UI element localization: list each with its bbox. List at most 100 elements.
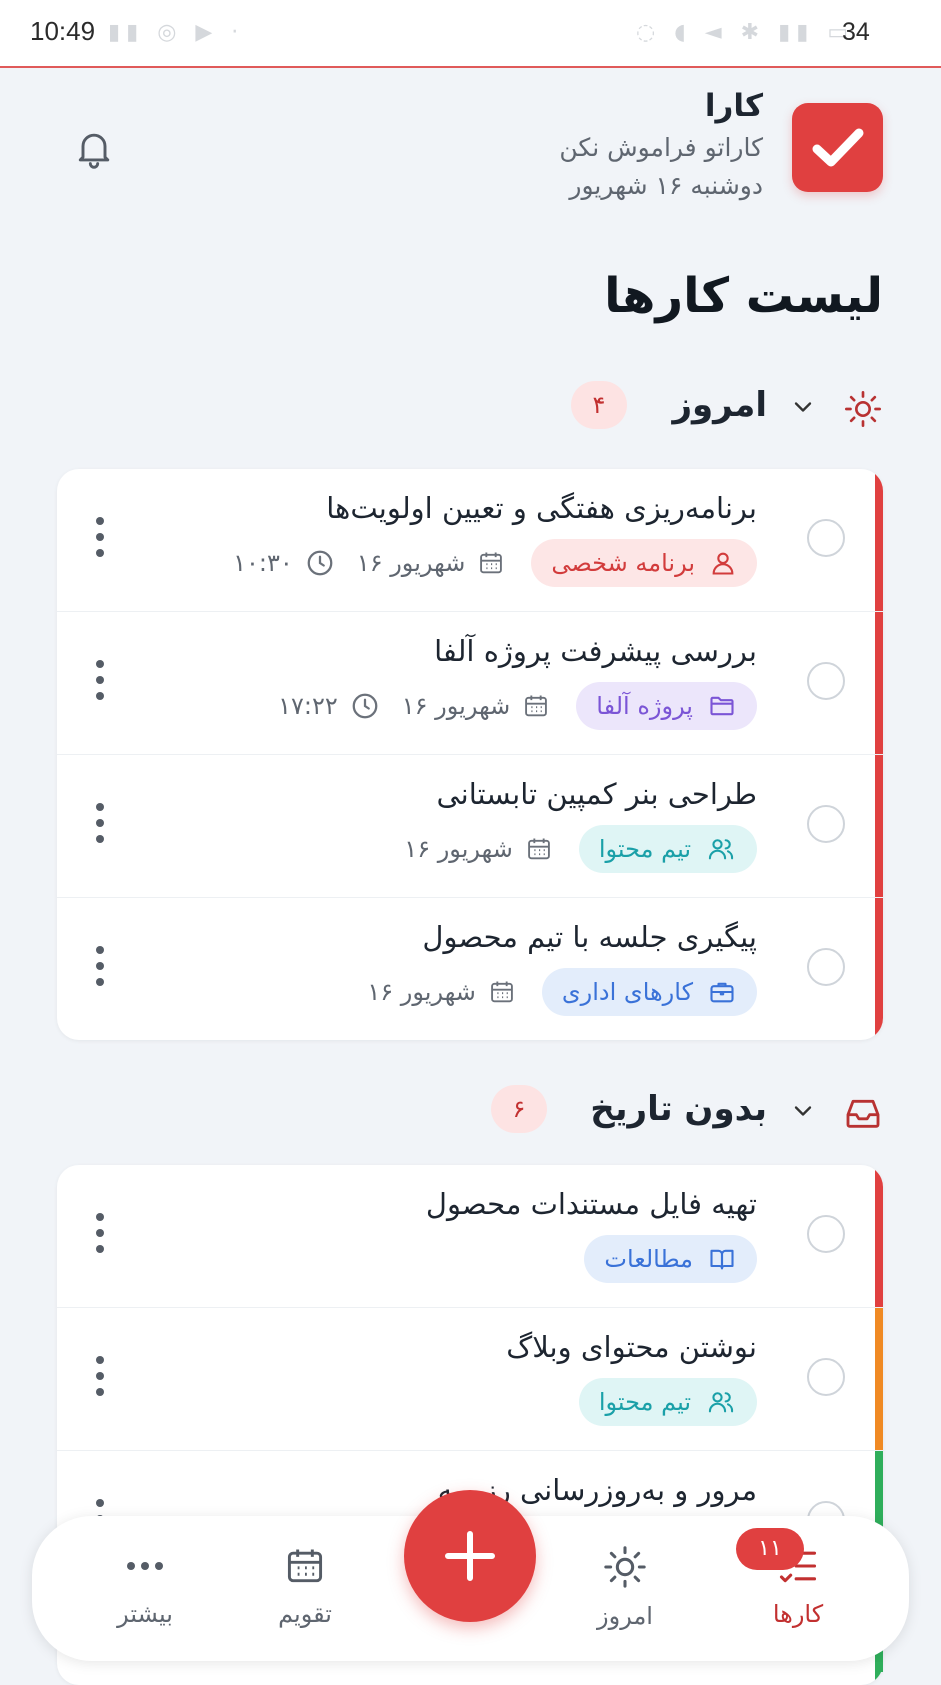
users-icon [708,1392,734,1413]
system-icons: ◌ ◖ ◄ ✱ ▮▮ ▭ [636,20,855,45]
task-tag[interactable]: کارهای اداری [541,968,757,1016]
folder-icon [710,696,734,716]
task-title: تهیه فایل مستندات محصول [425,1187,757,1221]
section-title: امروز [672,385,767,425]
task-title: بررسی پیشرفت پروژه آلفا [434,634,757,668]
priority-stripe [875,612,883,754]
task-tag-label: پروژه آلفا [596,692,693,720]
user-icon [712,552,734,575]
task-checkbox[interactable] [807,519,845,557]
task-checkbox[interactable] [807,805,845,843]
task-tag-label: برنامه شخصی [551,549,695,577]
task-row[interactable]: بررسی پیشرفت پروژه آلفا پروژه آلفا ۱۶ شه… [57,612,883,755]
more-vertical-icon [96,1213,104,1253]
task-tag-label: تیم محتوا [598,835,691,863]
more-horizontal-icon [127,1562,163,1570]
task-time-label: ۱۷:۲۲ [278,692,338,720]
calendar-icon [287,1549,323,1583]
nav-today[interactable]: امروز [565,1544,685,1630]
task-tag[interactable]: پروژه آلفا [576,682,757,730]
task-title: برنامه‌ریزی هفتگی و تعیین اولویت‌ها [326,491,757,525]
page-title: لیست کارها [604,268,883,324]
task-date-label: ۱۶ شهریور [404,835,513,863]
nav-label: بیشتر [117,1600,173,1628]
task-meta: برنامه شخصی ۱۶ شهریور ۱۰:۳۰ [211,539,757,587]
sun-icon [604,1546,646,1588]
task-checkbox[interactable] [807,1215,845,1253]
notification-icons: ▮▮ ◎ ▶ · [108,20,245,45]
task-meta: تیم محتوا ۱۶ شهریور [382,825,757,873]
task-title: نوشتن محتوای وبلاگ [506,1330,757,1364]
task-more-button[interactable] [95,1354,105,1402]
task-row[interactable]: طراحی بنر کمپین تابستانی تیم محتوا ۱۶ شه… [57,755,883,898]
task-row[interactable]: پیگیری جلسه با تیم محصول کارهای اداری ۱۶… [57,898,883,1040]
task-time: ۱۰:۳۰ [233,548,335,578]
section-header-today[interactable]: امروز ۴ [283,381,883,435]
task-date-label: ۱۶ شهریور [356,549,466,577]
users-icon [708,839,734,860]
task-date-label: ۱۶ شهریور [401,692,511,720]
task-row[interactable]: تهیه فایل مستندات محصول مطالعات [57,1165,883,1308]
task-more-button[interactable] [95,515,105,563]
briefcase-icon [710,982,734,1003]
calendar-icon [525,695,548,717]
nav-calendar[interactable]: تقویم [245,1544,365,1628]
task-checkbox[interactable] [807,1358,845,1396]
task-title: پیگیری جلسه با تیم محصول [422,920,757,954]
nav-label: تقویم [278,1600,332,1628]
app-name: کارا [704,88,763,124]
battery-level: 34 [842,18,870,46]
priority-stripe [875,1165,883,1307]
task-date: ۱۶ شهریور [404,835,553,863]
priority-stripe-peek [875,1662,883,1672]
task-date: ۱۶ شهریور [402,692,551,720]
section-header-no-date[interactable]: بدون تاریخ ۶ [283,1085,883,1139]
bell-icon [78,133,110,169]
task-checkbox[interactable] [807,948,845,986]
plus-icon [445,1531,495,1581]
task-row[interactable]: نوشتن محتوای وبلاگ تیم محتوا [57,1308,883,1451]
task-more-button[interactable] [95,944,105,992]
calendar-icon [480,552,503,574]
task-title: طراحی بنر کمپین تابستانی [436,777,757,811]
task-meta: تیم محتوا [553,1378,757,1426]
task-more-button[interactable] [95,801,105,849]
task-meta: مطالعات [558,1235,757,1283]
task-tag[interactable]: تیم محتوا [578,1378,757,1426]
clock-icon [307,550,333,576]
nav-more[interactable]: بیشتر [85,1544,205,1628]
nav-label: کارها [772,1600,824,1628]
calendar-icon [491,981,513,1003]
chevron-down-icon[interactable] [789,1097,817,1125]
section-count-badge: ۶ [491,1085,547,1133]
task-more-button[interactable] [95,658,105,706]
task-date: ۱۶ شهریور [357,549,506,577]
more-vertical-icon [96,1356,104,1396]
checkmark-icon [812,128,864,167]
task-date-label: ۱۶ شهریور [367,978,476,1006]
task-tag[interactable]: تیم محتوا [578,825,757,873]
more-vertical-icon [96,803,104,843]
sun-icon [845,391,881,427]
task-tag[interactable]: برنامه شخصی [531,539,757,587]
app-tagline: کاراتو فراموش نکن [559,133,763,162]
task-checkbox[interactable] [807,662,845,700]
task-more-button[interactable] [95,1211,105,1259]
task-tag[interactable]: مطالعات [584,1235,757,1283]
task-tag-label: کارهای اداری [561,978,693,1006]
task-date: ۱۶ شهریور [367,978,516,1006]
task-row[interactable]: برنامه‌ریزی هفتگی و تعیین اولویت‌ها برنا… [57,469,883,612]
chevron-down-icon[interactable] [789,393,817,421]
task-meta: پروژه آلفا ۱۶ شهریور ۱۷:۲۲ [256,682,757,730]
calendar-icon [527,838,550,860]
clock-icon [352,693,378,719]
task-tag-label: تیم محتوا [598,1388,691,1416]
add-task-button[interactable] [404,1490,536,1622]
app-logo [792,103,883,192]
more-vertical-icon [96,660,104,700]
nav-label: امروز [597,1602,653,1630]
notifications-button[interactable] [72,126,116,174]
status-bar: 10:49 ▮▮ ◎ ▶ · ◌ ◖ ◄ ✱ ▮▮ ▭ 34 [0,0,941,68]
book-icon [710,1249,734,1270]
tasks-count-badge: ۱۱ [736,1528,804,1570]
